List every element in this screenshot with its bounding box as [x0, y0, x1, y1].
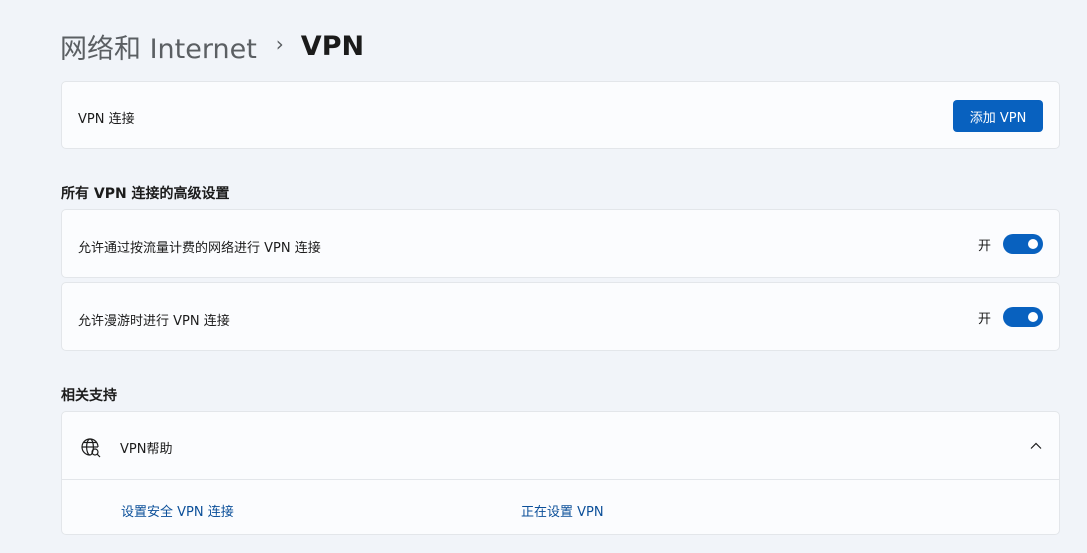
toggle-knob — [1028, 239, 1038, 249]
roaming-vpn-toggle-group: 开 — [978, 307, 1043, 327]
vpn-help-expander: VPN帮助 设置安全 VPN 连接 正在设置 VPN — [61, 411, 1060, 535]
vpn-connections-card: VPN 连接 添加 VPN — [61, 81, 1060, 149]
advanced-settings-title: 所有 VPN 连接的高级设置 — [61, 186, 230, 202]
metered-vpn-toggle-group: 开 — [978, 234, 1043, 254]
page-title: VPN — [300, 30, 365, 62]
setup-secure-vpn-link[interactable]: 设置安全 VPN 连接 — [121, 501, 234, 520]
setting-up-vpn-link[interactable]: 正在设置 VPN — [521, 501, 604, 520]
globe-search-icon — [81, 438, 101, 458]
roaming-vpn-toggle[interactable] — [1003, 307, 1043, 327]
vpn-help-label: VPN帮助 — [120, 442, 173, 457]
roaming-vpn-label: 允许漫游时进行 VPN 连接 — [78, 314, 230, 329]
vpn-help-header[interactable]: VPN帮助 — [62, 412, 1059, 480]
metered-vpn-toggle-state: 开 — [977, 238, 991, 254]
metered-vpn-toggle[interactable] — [1003, 234, 1043, 254]
vpn-settings-page: 网络和 Internet › VPN VPN 连接 添加 VPN 所有 VPN … — [0, 0, 1087, 553]
breadcrumb-separator-icon: › — [275, 32, 284, 56]
toggle-knob — [1028, 312, 1038, 322]
chevron-up-icon[interactable] — [1029, 439, 1043, 453]
breadcrumb-parent-network[interactable]: 网络和 Internet — [60, 27, 257, 66]
add-vpn-button[interactable]: 添加 VPN — [953, 100, 1043, 132]
vpn-connections-label: VPN 连接 — [78, 112, 135, 127]
breadcrumb: 网络和 Internet › VPN — [60, 26, 364, 66]
related-support-title: 相关支持 — [61, 388, 117, 404]
roaming-vpn-setting-row: 允许漫游时进行 VPN 连接 开 — [61, 282, 1060, 351]
metered-vpn-label: 允许通过按流量计费的网络进行 VPN 连接 — [78, 241, 321, 256]
roaming-vpn-toggle-state: 开 — [977, 311, 991, 327]
metered-vpn-setting-row: 允许通过按流量计费的网络进行 VPN 连接 开 — [61, 209, 1060, 278]
